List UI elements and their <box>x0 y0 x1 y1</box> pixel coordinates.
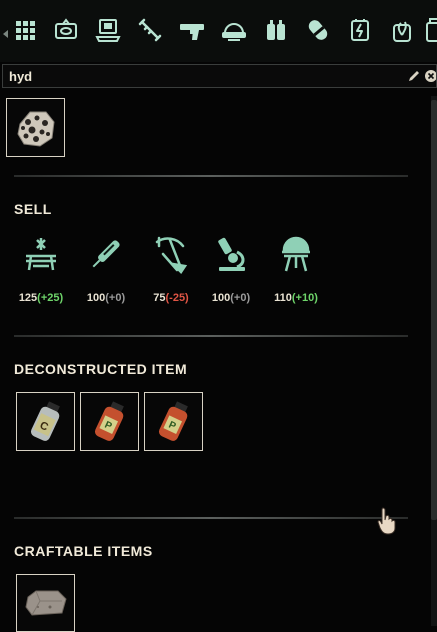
hand-cursor-icon <box>376 506 398 536</box>
craftable-title: CRAFTABLE ITEMS <box>14 543 153 559</box>
search-bar <box>2 64 437 88</box>
sell-base: 100 <box>211 292 231 304</box>
sell-delta: (-25) <box>165 292 189 304</box>
grill-icon <box>274 232 318 276</box>
chemical-jar-p-icon: P <box>158 400 188 441</box>
workbench-icon <box>19 232 63 276</box>
power-icon[interactable] <box>344 14 376 46</box>
sell-syringe-tool[interactable]: 100(+0) <box>76 232 136 312</box>
scroll-left-arrow-icon[interactable] <box>3 30 8 38</box>
sell-delta: (+10) <box>291 292 318 304</box>
computer-icon[interactable] <box>92 14 124 46</box>
helmet-icon[interactable] <box>218 14 250 46</box>
pickaxe-shovel-icon <box>149 232 193 276</box>
scrollbar-thumb[interactable] <box>431 100 437 520</box>
all-categories-icon[interactable] <box>9 14 41 46</box>
sell-delta: (+25) <box>37 292 64 304</box>
deconstructed-title: DECONSTRUCTED ITEM <box>14 361 188 377</box>
sell-delta: (+0) <box>105 292 126 304</box>
syringe-tool-icon <box>84 232 128 276</box>
sell-delta: (+0) <box>230 292 251 304</box>
sell-base: 125 <box>18 292 38 304</box>
deconstructed-item-slot[interactable]: P <box>144 392 203 451</box>
sell-pickaxe-shovel[interactable]: 75(-25) <box>141 232 201 312</box>
data-items-icon[interactable] <box>50 14 82 46</box>
sell-grill[interactable]: 110(+10) <box>266 232 326 312</box>
clear-search-icon[interactable] <box>424 65 436 87</box>
pistol-icon[interactable] <box>176 14 208 46</box>
sell-title: SELL <box>14 201 52 217</box>
section-divider <box>14 175 408 177</box>
deconstructed-item-slot[interactable]: C <box>16 392 75 451</box>
edit-icon[interactable] <box>404 65 424 87</box>
section-divider <box>14 517 408 519</box>
deconstructed-item-slot[interactable]: P <box>80 392 139 451</box>
category-bar <box>0 0 437 62</box>
sell-value: 110(+10) <box>266 292 326 304</box>
sell-base: 75 <box>153 292 166 304</box>
sell-value: 100(+0) <box>201 292 261 304</box>
sell-base: 100 <box>86 292 106 304</box>
selected-item-slot[interactable] <box>6 98 65 157</box>
container-icon[interactable] <box>424 14 437 46</box>
sell-workbench[interactable]: 125(+25) <box>11 232 71 312</box>
sell-value: 100(+0) <box>76 292 136 304</box>
section-divider <box>14 335 408 337</box>
sell-value: 125(+25) <box>11 292 71 304</box>
syringe-icon[interactable] <box>134 14 166 46</box>
sell-value: 75(-25) <box>141 292 201 304</box>
sell-base: 110 <box>274 292 292 304</box>
chemical-jar-p-icon: P <box>94 400 124 441</box>
stone-block-item-icon <box>24 590 67 616</box>
plant-jar-icon[interactable] <box>386 14 418 46</box>
backpack-icon[interactable] <box>260 14 292 46</box>
microscope-icon <box>209 232 253 276</box>
craftable-item-slot[interactable] <box>16 574 75 632</box>
search-input[interactable] <box>3 65 404 87</box>
chemical-jar-c-icon: C <box>30 400 60 441</box>
sell-microscope[interactable]: 100(+0) <box>201 232 261 312</box>
capsule-icon[interactable] <box>302 14 334 46</box>
porous-rock-item-icon <box>16 111 55 147</box>
